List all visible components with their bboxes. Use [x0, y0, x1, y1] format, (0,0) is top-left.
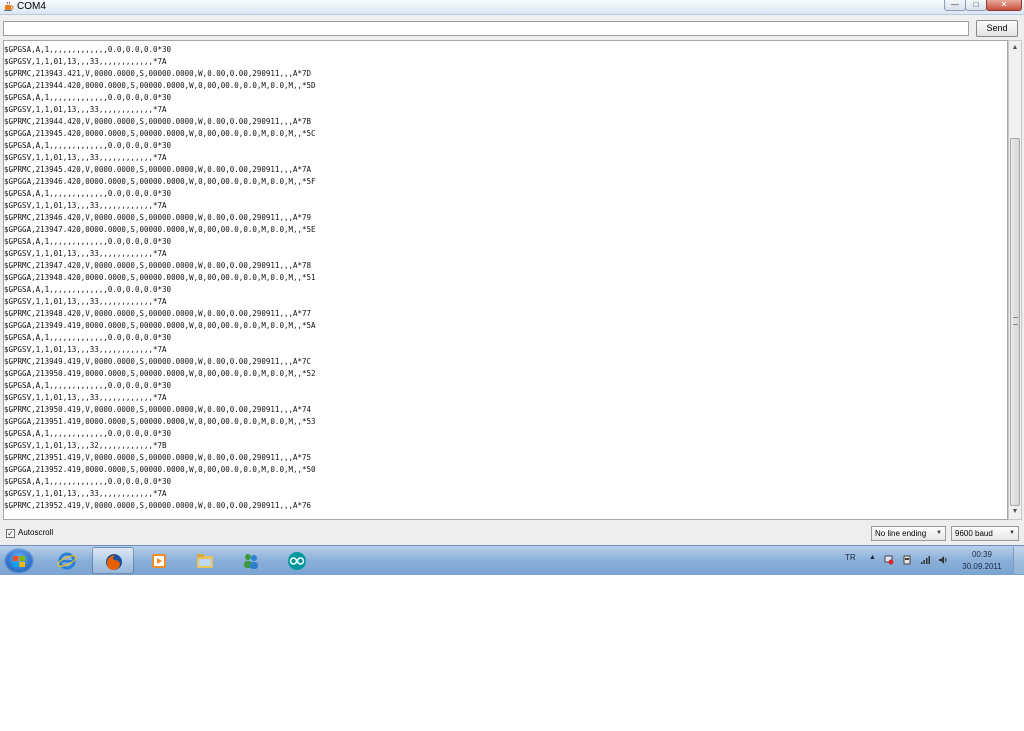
output-line: $GPGSV,1,1,01,13,,,33,,,,,,,,,,,,*7A [4, 201, 167, 210]
scroll-thumb[interactable] [1010, 138, 1020, 506]
output-line: $GPRMC,213951.419,V,0000.0000,S,00000.00… [4, 453, 312, 462]
network-error-icon[interactable] [884, 555, 894, 565]
output-line: $GPGSA,A,1,,,,,,,,,,,,,0.0,0.0,0.0*30 [4, 237, 172, 246]
window-title: COM4 [17, 1, 46, 12]
line-ending-select[interactable]: No line ending ▼ [871, 526, 946, 541]
internet-explorer-icon [57, 552, 77, 570]
output-line: $GPGGA,213950.419,0000.0000,S,00000.0000… [4, 369, 316, 378]
output-line: $GPGSV,1,1,01,13,,,32,,,,,,,,,,,,*7B [4, 441, 167, 450]
send-button[interactable]: Send [976, 20, 1018, 37]
maximize-button[interactable]: □ [965, 0, 987, 11]
vertical-scrollbar[interactable]: ▲ ▼ [1008, 40, 1022, 520]
taskbar-messenger[interactable] [230, 547, 272, 574]
arduino-icon [288, 552, 306, 570]
output-line: $GPRMC,213945.420,V,0000.0000,S,00000.00… [4, 165, 312, 174]
language-indicator[interactable]: TR [845, 553, 856, 562]
java-cup-icon [4, 1, 14, 11]
output-line: $GPGGA,213945.420,0000.0000,S,00000.0000… [4, 129, 316, 138]
title-bar[interactable]: COM4 — □ ✕ [0, 0, 1024, 15]
output-line: $GPGSA,A,1,,,,,,,,,,,,,0.0,0.0,0.0*30 [4, 333, 172, 342]
scroll-down-arrow-icon[interactable]: ▼ [1009, 505, 1021, 519]
serial-output-area[interactable]: $GPGSA,A,1,,,,,,,,,,,,,0.0,0.0,0.0*30 $GP… [3, 40, 1008, 520]
output-line: $GPGSA,A,1,,,,,,,,,,,,,0.0,0.0,0.0*30 [4, 477, 172, 486]
output-line: $GPGGA,213951.419,0000.0000,S,00000.0000… [4, 417, 316, 426]
taskbar-file-explorer[interactable] [184, 547, 226, 574]
output-line: $GPGGA,213948.420,0000.0000,S,00000.0000… [4, 273, 316, 282]
baud-rate-value: 9600 baud [955, 529, 993, 538]
output-line: $GPGSV,1,1,01,13,,,33,,,,,,,,,,,,*7A [4, 297, 167, 306]
device-icon[interactable] [902, 555, 912, 565]
autoscroll-label[interactable]: Autoscroll [18, 527, 53, 539]
firefox-icon [106, 554, 122, 570]
taskbar: TR ▲ 00:39 30.09.2011 [0, 545, 1024, 575]
output-line: $GPRMC,213943.421,V,0000.0000,S,00000.00… [4, 69, 312, 78]
output-line: $GPGSV,1,1,01,13,,,33,,,,,,,,,,,,*7A [4, 489, 167, 498]
signal-strength-icon[interactable] [920, 555, 930, 565]
output-line: $GPRMC,213952.419,V,0000.0000,S,00000.00… [4, 501, 312, 510]
output-line: $GPGSV,1,1,01,13,,,33,,,,,,,,,,,,*7A [4, 105, 167, 114]
output-line: $GPGSV,1,1,01,13,,,33,,,,,,,,,,,,*7A [4, 57, 167, 66]
show-desktop-button[interactable] [1013, 547, 1024, 574]
output-line: $GPGSA,A,1,,,,,,,,,,,,,0.0,0.0,0.0*30 [4, 381, 172, 390]
serial-monitor-window: COM4 — □ ✕ Send $GPGSA,A,1,,,,,,,,,,,,,0… [0, 0, 1024, 545]
show-hidden-icons-icon[interactable]: ▲ [869, 554, 876, 561]
dropdown-arrow-icon: ▼ [1009, 530, 1015, 536]
line-ending-value: No line ending [875, 529, 927, 538]
volume-icon[interactable] [938, 555, 948, 565]
output-line: $GPRMC,213949.419,V,0000.0000,S,00000.00… [4, 357, 312, 366]
output-line: $GPRMC,213950.419,V,0000.0000,S,00000.00… [4, 405, 312, 414]
start-button[interactable] [4, 548, 34, 574]
output-line: $GPGSA,A,1,,,,,,,,,,,,,0.0,0.0,0.0*30 [4, 93, 172, 102]
output-line: $GPGGA,213944.420,0000.0000,S,00000.0000… [4, 81, 316, 90]
close-button[interactable]: ✕ [986, 0, 1022, 11]
clock-time[interactable]: 00:39 [960, 550, 1004, 559]
output-line: $GPGGA,213947.420,0000.0000,S,00000.0000… [4, 225, 316, 234]
output-line: $GPGSA,A,1,,,,,,,,,,,,,0.0,0.0,0.0*30 [4, 285, 172, 294]
output-line: $GPGSV,1,1,01,13,,,33,,,,,,,,,,,,*7A [4, 153, 167, 162]
output-line: $GPGSA,A,1,,,,,,,,,,,,,0.0,0.0,0.0*30 [4, 189, 172, 198]
output-line: $GPGSV,1,1,01,13,,,33,,,,,,,,,,,,*7A [4, 249, 167, 258]
taskbar-firefox[interactable] [92, 547, 134, 574]
output-line: $GPGSV,1,1,01,13,,,33,,,,,,,,,,,,*7A [4, 345, 167, 354]
taskbar-internet-explorer[interactable] [46, 547, 88, 574]
taskbar-media-player[interactable] [138, 547, 180, 574]
messenger-icon [244, 554, 258, 569]
output-line: $GPGSA,A,1,,,,,,,,,,,,,0.0,0.0,0.0*30 [4, 45, 172, 54]
file-explorer-icon [197, 554, 213, 568]
output-line: $GPGSA,A,1,,,,,,,,,,,,,0.0,0.0,0.0*30 [4, 429, 172, 438]
scroll-grip-icon [1013, 317, 1018, 325]
output-line: $GPRMC,213947.420,V,0000.0000,S,00000.00… [4, 261, 312, 270]
autoscroll-checkbox[interactable]: ✓ [6, 529, 15, 538]
send-input[interactable] [3, 21, 969, 36]
output-line: $GPRMC,213944.420,V,0000.0000,S,00000.00… [4, 117, 312, 126]
windows-logo-icon [13, 556, 25, 567]
scroll-up-arrow-icon[interactable]: ▲ [1009, 41, 1021, 55]
output-line: $GPGGA,213946.420,0000.0000,S,00000.0000… [4, 177, 316, 186]
output-line: $GPGGA,213949.419,0000.0000,S,00000.0000… [4, 321, 316, 330]
output-line: $GPRMC,213948.420,V,0000.0000,S,00000.00… [4, 309, 312, 318]
output-line: $GPGGA,213952.419,0000.0000,S,00000.0000… [4, 465, 316, 474]
output-line: $GPGSV,1,1,01,13,,,33,,,,,,,,,,,,*7A [4, 393, 167, 402]
output-line: $GPRMC,213946.420,V,0000.0000,S,00000.00… [4, 213, 312, 222]
media-player-icon [152, 554, 166, 568]
dropdown-arrow-icon: ▼ [936, 530, 942, 536]
output-line: $GPGSA,A,1,,,,,,,,,,,,,0.0,0.0,0.0*30 [4, 141, 172, 150]
minimize-button[interactable]: — [944, 0, 966, 11]
baud-rate-select[interactable]: 9600 baud ▼ [951, 526, 1019, 541]
output-lines: $GPGSA,A,1,,,,,,,,,,,,,0.0,0.0,0.0*30 $GP… [4, 44, 316, 512]
taskbar-arduino[interactable] [276, 547, 318, 574]
clock-date[interactable]: 30.09.2011 [958, 562, 1006, 571]
